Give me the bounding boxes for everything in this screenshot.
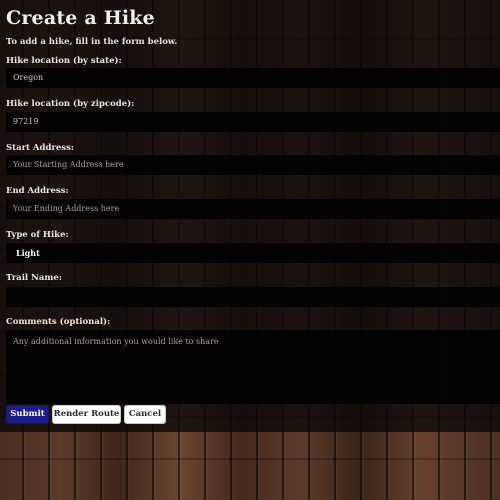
hike-type-select[interactable]: Light (6, 243, 500, 263)
intro-text: To add a hike, fill in the form below. (6, 37, 178, 47)
state-field[interactable]: Oregon (6, 68, 500, 88)
start-address-label: Start Address: (6, 143, 75, 153)
zipcode-field[interactable]: 97219 (6, 112, 500, 132)
submit-button[interactable]: Submit (6, 405, 49, 424)
start-address-input[interactable] (6, 155, 500, 175)
zipcode-label: Hike location (by zipcode): (6, 99, 135, 109)
hike-type-label: Type of Hike: (6, 230, 69, 240)
comments-textarea[interactable] (6, 330, 500, 404)
trail-name-input[interactable] (6, 287, 500, 307)
end-address-label: End Address: (6, 186, 69, 196)
page-title: Create a Hike (6, 7, 155, 29)
cancel-button[interactable]: Cancel (124, 405, 166, 424)
end-address-input[interactable] (6, 199, 500, 219)
comments-label: Comments (optional): (6, 317, 111, 327)
trail-name-label: Trail Name: (6, 273, 62, 283)
state-label: Hike location (by state): (6, 56, 122, 66)
render-route-button[interactable]: Render Route (52, 405, 121, 424)
